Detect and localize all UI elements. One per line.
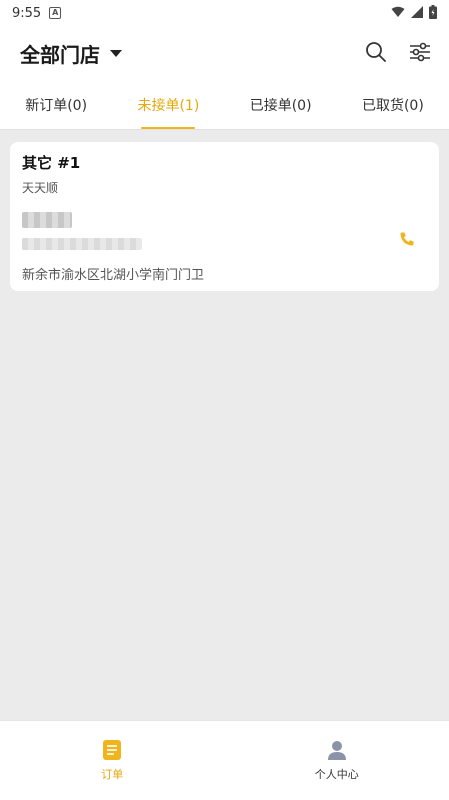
- store-selector[interactable]: 全部门店: [20, 39, 100, 68]
- tab-picked-up[interactable]: 已取货(0): [337, 80, 449, 129]
- search-button[interactable]: [363, 39, 389, 65]
- tab-pending-accept[interactable]: 未接单(1): [112, 80, 224, 129]
- app-header: 全部门店: [0, 26, 449, 80]
- search-icon: [366, 42, 386, 62]
- order-store-name: 天天顺: [22, 181, 59, 195]
- customer-name-redacted: [22, 212, 72, 228]
- filter-button[interactable]: [407, 39, 433, 65]
- status-bar: 9:55 A: [0, 0, 449, 26]
- tab-accepted[interactable]: 已接单(0): [225, 80, 337, 129]
- order-title: 其它 #1: [22, 154, 81, 172]
- caret-down-icon[interactable]: [110, 49, 122, 57]
- wifi-icon: [391, 6, 405, 17]
- profile-icon: [327, 740, 346, 760]
- signal-icon: [411, 6, 423, 18]
- bottom-nav: 订单 个人中心: [0, 720, 449, 800]
- nav-orders-label: 订单: [101, 767, 124, 781]
- nav-profile[interactable]: 个人中心: [225, 721, 449, 800]
- filter-sliders-icon: [410, 42, 430, 62]
- order-card[interactable]: 其它 #1 天天顺 新余市渝水区北湖小学南门门卫: [10, 142, 439, 291]
- phone-icon: [400, 232, 414, 246]
- order-status-tabs: 新订单(0) 未接单(1) 已接单(0) 已取货(0): [0, 80, 449, 130]
- nav-profile-label: 个人中心: [314, 767, 359, 781]
- nav-orders[interactable]: 订单: [0, 721, 225, 800]
- battery-icon: [429, 5, 437, 19]
- orders-icon: [103, 739, 122, 760]
- status-indicators: [391, 5, 437, 19]
- delivery-address: 新余市渝水区北湖小学南门门卫: [22, 268, 205, 283]
- customer-phone-redacted: [22, 238, 142, 250]
- call-button[interactable]: [399, 231, 419, 251]
- notification-icon: A: [49, 7, 62, 19]
- header-actions: [363, 39, 433, 65]
- status-time: 9:55: [12, 5, 42, 21]
- tab-new-orders[interactable]: 新订单(0): [0, 80, 112, 129]
